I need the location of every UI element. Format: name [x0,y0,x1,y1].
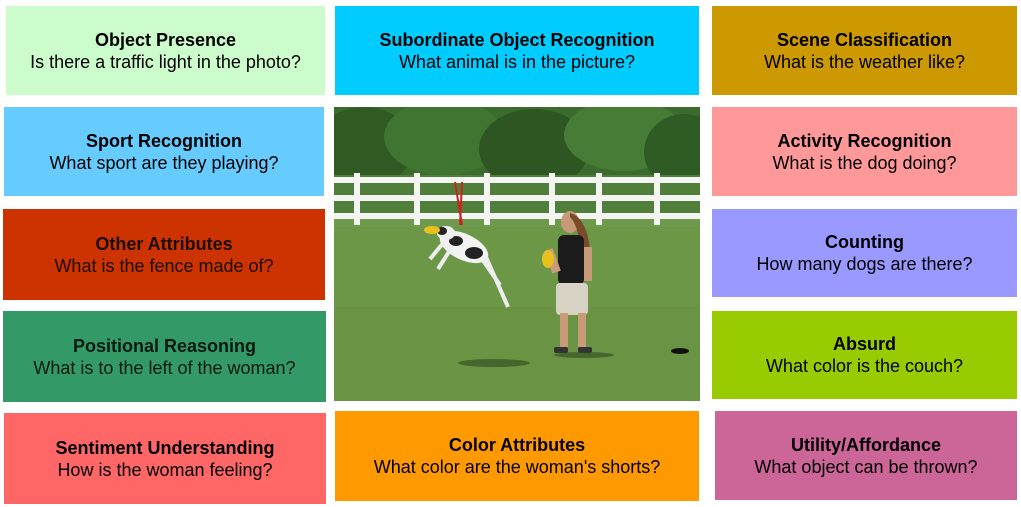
card-title: Sentiment Understanding [55,437,275,458]
card-title: Other Attributes [95,233,233,254]
card-activity-recognition: Activity Recognition What is the dog doi… [712,107,1017,196]
card-scene-classification: Scene Classification What is the weather… [712,6,1017,95]
card-color-attributes: Color Attributes What color are the woma… [335,411,699,501]
card-question: What is the dog doing? [772,152,957,173]
card-title: Activity Recognition [777,130,952,151]
card-sentiment-understanding: Sentiment Understanding How is the woman… [4,413,326,504]
card-object-presence: Object Presence Is there a traffic light… [6,6,325,95]
card-question: What sport are they playing? [49,152,279,173]
card-title: Subordinate Object Recognition [379,29,655,50]
card-question: What object can be thrown? [754,456,978,477]
card-counting: Counting How many dogs are there? [712,209,1017,297]
card-question: What is the fence made of? [54,255,274,276]
dog-frisbee-scene [334,107,700,401]
card-question: What color are the woman's shorts? [373,457,661,477]
card-title: Absurd [833,334,896,354]
card-absurd: Absurd What color is the couch? [712,311,1017,399]
card-title: Object Presence [94,29,237,50]
card-positional-reasoning: Positional Reasoning What is to the left… [3,311,326,402]
card-question: What is to the left of the woman? [33,357,296,378]
card-subordinate-object-recognition: Subordinate Object Recognition What anim… [335,6,699,95]
card-title: Scene Classification [776,29,953,50]
card-title: Utility/Affordance [790,434,941,455]
card-question: What color is the couch? [765,356,964,376]
card-question: How many dogs are there? [756,254,973,274]
card-question: What animal is in the picture? [398,51,636,72]
card-question: How is the woman feeling? [57,459,273,480]
card-question: What is the weather like? [763,51,966,72]
card-title: Counting [825,232,904,252]
card-utility-affordance: Utility/Affordance What object can be th… [715,411,1017,500]
card-title: Positional Reasoning [72,335,257,356]
card-title: Sport Recognition [86,130,242,151]
central-photo [334,107,700,401]
card-title: Color Attributes [448,435,586,455]
card-other-attributes: Other Attributes What is the fence made … [3,209,325,300]
card-question: Is there a traffic light in the photo? [30,51,301,72]
card-sport-recognition: Sport Recognition What sport are they pl… [4,107,324,196]
